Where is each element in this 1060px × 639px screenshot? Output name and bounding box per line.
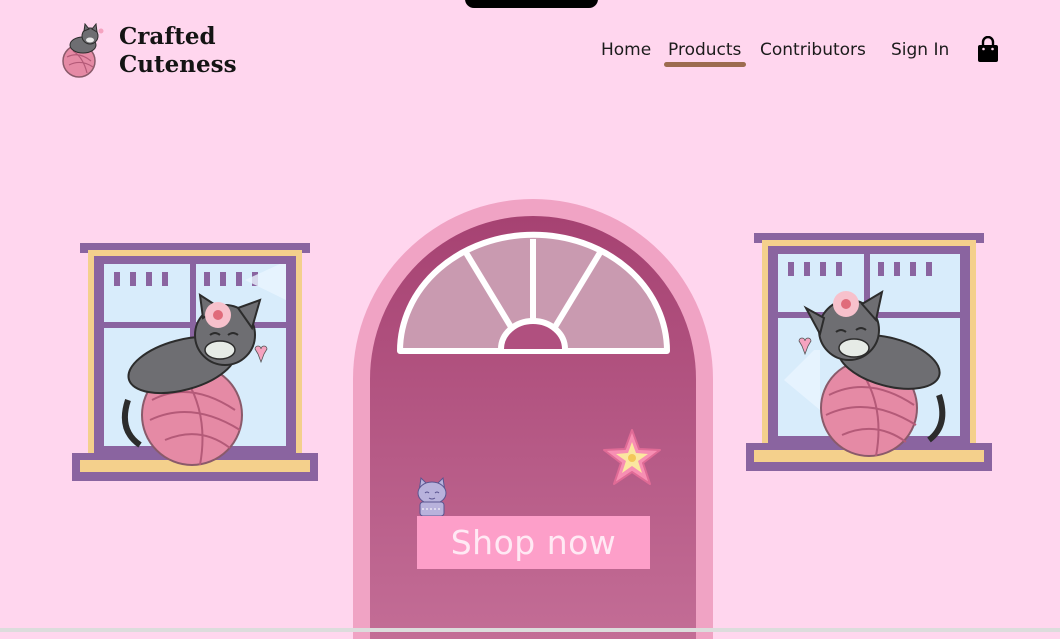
page-bottom-edge bbox=[0, 628, 1060, 632]
nav-home-link[interactable]: Home bbox=[601, 40, 651, 60]
shop-door-illustration bbox=[353, 199, 713, 639]
shopping-bag-icon[interactable] bbox=[976, 36, 1000, 64]
left-window-cat-illustration bbox=[72, 243, 318, 481]
right-window-cat-illustration bbox=[746, 233, 992, 471]
nav-contributors-link[interactable]: Contributors bbox=[760, 40, 866, 60]
shop-now-button[interactable]: Shop now bbox=[417, 516, 650, 569]
flower-star-icon bbox=[603, 429, 661, 485]
camera-notch bbox=[465, 0, 598, 8]
nav-products-link[interactable]: Products bbox=[668, 40, 741, 60]
nav-sign-in-link[interactable]: Sign In bbox=[891, 40, 949, 60]
main-nav: Home Products Contributors Sign In bbox=[0, 36, 1060, 70]
cat-figurine-icon bbox=[417, 476, 447, 517]
active-nav-indicator bbox=[664, 62, 746, 67]
